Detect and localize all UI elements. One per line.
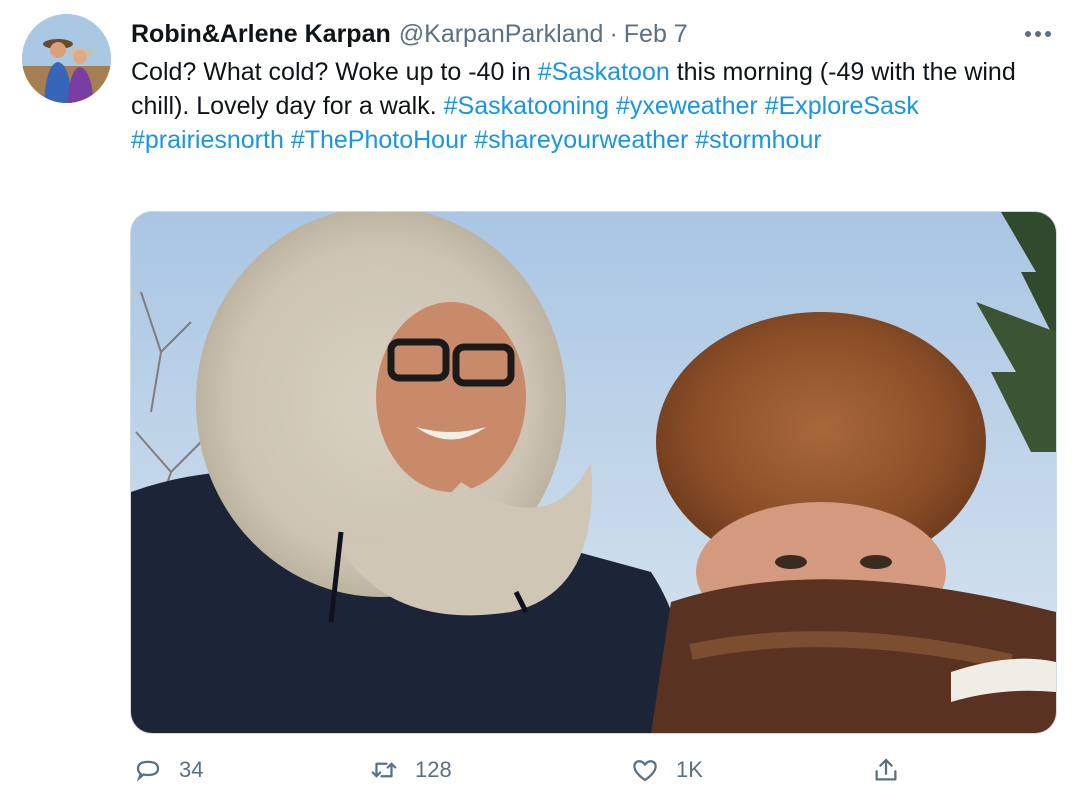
tweet-actions: 34 128 1K — [131, 748, 911, 792]
share-button[interactable] — [869, 748, 903, 792]
header-separator: · — [609, 19, 618, 48]
retweet-count: 128 — [415, 757, 452, 782]
tweet-timestamp[interactable]: Feb 7 — [624, 20, 688, 49]
author-handle[interactable]: @KarpanParkland — [399, 20, 604, 49]
like-button[interactable]: 1K — [628, 748, 703, 792]
hashtag-shareyourweather[interactable]: #shareyourweather — [474, 126, 688, 154]
hashtag-exploresask[interactable]: #ExploreSask — [765, 92, 919, 120]
like-count: 1K — [676, 757, 703, 782]
tweet[interactable]: Robin&Arlene Karpan @KarpanParkland · Fe… — [0, 0, 1080, 801]
retweet-button[interactable]: 128 — [367, 748, 452, 792]
author-display-name[interactable]: Robin&Arlene Karpan — [131, 20, 391, 49]
avatar[interactable] — [22, 14, 111, 103]
reply-icon — [131, 753, 165, 787]
tweet-text: Cold? What cold? Woke up to -40 in #Sask… — [131, 55, 1036, 157]
hashtag-thephotohour[interactable]: #ThePhotoHour — [291, 126, 468, 154]
share-icon — [869, 753, 903, 787]
reply-button[interactable]: 34 — [131, 748, 203, 792]
hashtag-yxeweather[interactable]: #yxeweather — [616, 92, 758, 120]
more-options-button[interactable] — [1020, 16, 1056, 52]
retweet-icon — [367, 753, 401, 787]
hashtag-prairiesnorth[interactable]: #prairiesnorth — [131, 126, 284, 154]
hashtag-saskatooning[interactable]: #Saskatooning — [444, 92, 609, 120]
tweet-text-part1: Cold? What cold? Woke up to -40 in — [131, 58, 538, 86]
more-icon — [1024, 25, 1052, 43]
tweet-header: Robin&Arlene Karpan @KarpanParkland · Fe… — [131, 17, 688, 51]
tweet-photo[interactable] — [130, 211, 1057, 734]
heart-icon — [628, 753, 662, 787]
reply-count: 34 — [179, 757, 204, 782]
hashtag-saskatoon[interactable]: #Saskatoon — [538, 58, 670, 86]
hashtag-stormhour[interactable]: #stormhour — [695, 126, 821, 154]
